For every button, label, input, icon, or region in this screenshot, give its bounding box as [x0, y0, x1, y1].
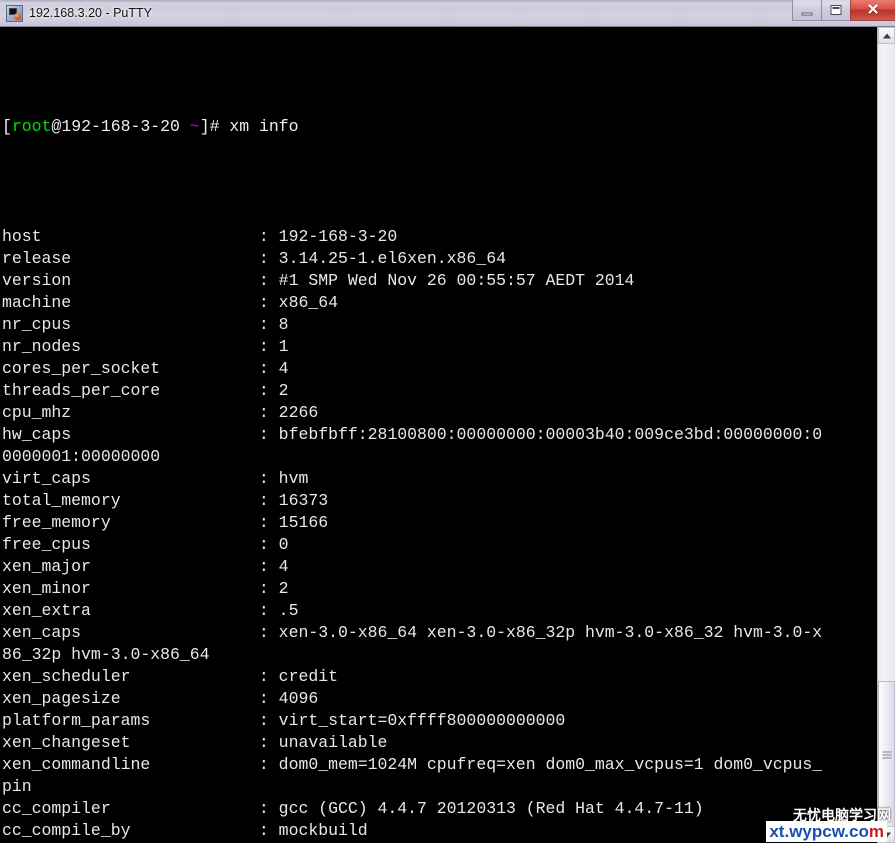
info-row-xen-major: xen_major : 4	[2, 557, 289, 576]
minimize-button[interactable]	[792, 0, 821, 21]
prompt-user: root	[11, 117, 52, 136]
xm-info-output: host : 192-168-3-20 release : 3.14.25-1.e…	[2, 226, 822, 843]
info-row-version: version : #1 SMP Wed Nov 26 00:55:57 AED…	[2, 271, 635, 290]
prompt-close-bracket: ]#	[199, 117, 220, 136]
terminal-scrollbar[interactable]	[877, 27, 895, 843]
info-row-hw-caps: 0000001:00000000	[2, 447, 161, 466]
prompt-at: @	[51, 117, 62, 136]
chevron-down-icon	[882, 832, 891, 837]
info-row-xen-caps: 86_32p hvm-3.0-x86_64	[2, 645, 210, 664]
scrollbar-grip-icon	[882, 750, 891, 761]
info-row-xen-minor: xen_minor : 2	[2, 579, 289, 598]
info-row-xen-changeset: xen_changeset : unavailable	[2, 733, 388, 752]
info-row-threads-per-core: threads_per_core : 2	[2, 381, 289, 400]
prompt-space-1	[180, 117, 190, 136]
minimize-icon	[801, 12, 813, 16]
prompt-cwd: ~	[189, 117, 200, 136]
info-row-xen-commandline: pin	[2, 777, 32, 796]
scrollbar-thumb[interactable]	[878, 681, 895, 829]
info-row-cc-compile-by: cc_compile_by : mockbuild	[2, 821, 368, 840]
window-controls: ✕	[792, 0, 895, 22]
info-row-platform-params: platform_params : virt_start=0xffff80000…	[2, 711, 566, 730]
close-icon: ✕	[866, 1, 880, 19]
window-title: 192.168.3.20 - PuTTY	[29, 6, 152, 20]
scroll-up-button[interactable]	[878, 27, 895, 44]
info-row-free-cpus: free_cpus : 0	[2, 535, 289, 554]
info-row-hw-caps: hw_caps : bfebfbff:28100800:00000000:000…	[2, 425, 823, 444]
putty-window: 192.168.3.20 - PuTTY ✕ [root@192-168-3-2…	[0, 0, 895, 843]
info-row-release: release : 3.14.25-1.el6xen.x86_64	[2, 249, 506, 268]
terminal-line-prompt-1: [root@192-168-3-20 ~]# xm info	[2, 116, 822, 138]
putty-app-icon	[6, 5, 23, 22]
chevron-up-icon	[882, 33, 891, 38]
close-button[interactable]: ✕	[850, 0, 895, 21]
terminal-screen[interactable]: [root@192-168-3-20 ~]# xm info host : 19…	[0, 27, 877, 843]
info-row-host: host : 192-168-3-20	[2, 227, 398, 246]
info-row-cores-per-socket: cores_per_socket : 4	[2, 359, 289, 378]
info-row-nr-nodes: nr_nodes : 1	[2, 337, 289, 356]
icon-cable-shape	[14, 13, 21, 20]
info-row-virt-caps: virt_caps : hvm	[2, 469, 309, 488]
info-row-cc-compiler: cc_compiler : gcc (GCC) 4.4.7 20120313 (…	[2, 799, 704, 818]
terminal-text-buffer: [root@192-168-3-20 ~]# xm info host : 19…	[2, 28, 822, 843]
prompt-open-bracket: [	[2, 117, 12, 136]
info-row-xen-scheduler: xen_scheduler : credit	[2, 667, 338, 686]
info-row-nr-cpus: nr_cpus : 8	[2, 315, 289, 334]
maximize-icon	[830, 5, 842, 15]
info-row-free-memory: free_memory : 15166	[2, 513, 329, 532]
info-row-cpu-mhz: cpu_mhz : 2266	[2, 403, 319, 422]
info-row-machine: machine : x86_64	[2, 293, 338, 312]
maximize-button[interactable]	[821, 0, 850, 21]
scroll-down-button[interactable]	[878, 826, 895, 843]
info-row-xen-commandline: xen_commandline : dom0_mem=1024M cpufreq…	[2, 755, 823, 774]
command-xm-info: xm info	[219, 117, 299, 136]
info-row-xen-pagesize: xen_pagesize : 4096	[2, 689, 319, 708]
info-row-total-memory: total_memory : 16373	[2, 491, 329, 510]
title-bar[interactable]: 192.168.3.20 - PuTTY ✕	[0, 0, 895, 27]
info-row-xen-caps: xen_caps : xen-3.0-x86_64 xen-3.0-x86_32…	[2, 623, 823, 642]
info-row-xen-extra: xen_extra : .5	[2, 601, 299, 620]
prompt-host: 192-168-3-20	[61, 117, 180, 136]
